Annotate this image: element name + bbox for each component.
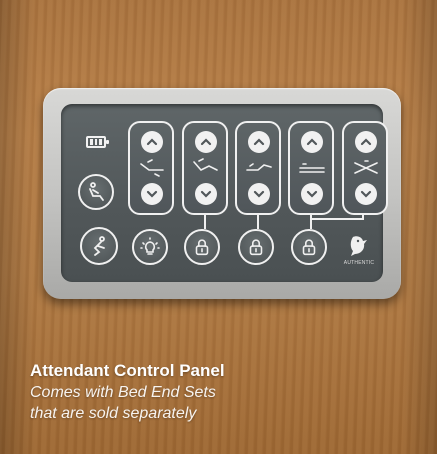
lock-icon xyxy=(302,239,316,256)
logo-wordmark: AUTHENTIC xyxy=(343,260,375,266)
knee-gatch-icon xyxy=(193,158,218,171)
lock-link-line xyxy=(310,218,364,220)
chevron-up-icon xyxy=(253,138,265,146)
backrest-rocker xyxy=(128,121,174,215)
knee-gatch-up-button[interactable] xyxy=(195,131,217,153)
chevron-up-icon xyxy=(146,138,158,146)
lock-link-line xyxy=(204,215,206,229)
chevron-down-icon xyxy=(306,190,318,198)
bed-height-rocker xyxy=(288,121,334,215)
tilt-down-button[interactable] xyxy=(355,183,377,205)
person-reclining-icon xyxy=(93,236,105,256)
leg-rest-rocker xyxy=(235,121,281,215)
knee-gatch-down-button[interactable] xyxy=(195,183,217,205)
leg-rest-icon xyxy=(246,163,272,171)
caption-title: Attendant Control Panel xyxy=(30,361,225,380)
chevron-up-icon xyxy=(200,138,212,146)
lock-icon xyxy=(249,239,263,256)
leg-rest-up-button[interactable] xyxy=(248,131,270,153)
caption-subtitle-line1: Comes with Bed End Sets xyxy=(30,384,216,401)
tilt-position-icon xyxy=(354,160,378,174)
bird-logo-icon xyxy=(350,236,367,256)
recline-position-icon xyxy=(89,182,104,201)
brand-logo: AUTHENTIC xyxy=(341,232,377,274)
person-reclining-button[interactable] xyxy=(80,227,118,265)
chevron-down-icon xyxy=(146,190,158,198)
backrest-down-button[interactable] xyxy=(141,183,163,205)
lock-link-line xyxy=(257,215,259,229)
battery-indicator-icon xyxy=(86,136,109,148)
knee-gatch-rocker xyxy=(182,121,228,215)
light-bulb-icon xyxy=(140,237,160,255)
lock-button-1[interactable] xyxy=(184,229,220,265)
backrest-angle-icon xyxy=(140,159,164,177)
lock-icon xyxy=(195,239,209,256)
light-button[interactable] xyxy=(132,229,168,265)
bed-height-icon xyxy=(299,163,325,173)
bed-height-down-button[interactable] xyxy=(301,183,323,205)
lock-button-3[interactable] xyxy=(291,229,327,265)
recline-position-button[interactable] xyxy=(78,174,114,210)
chevron-up-icon xyxy=(360,138,372,146)
bed-height-up-button[interactable] xyxy=(301,131,323,153)
caption-subtitle-line2: that are sold separately xyxy=(30,405,197,422)
backrest-up-button[interactable] xyxy=(141,131,163,153)
chevron-down-icon xyxy=(253,190,265,198)
chevron-up-icon xyxy=(306,138,318,146)
caption: Attendant Control Panel Comes with Bed E… xyxy=(30,360,420,424)
leg-rest-down-button[interactable] xyxy=(248,183,270,205)
lock-button-2[interactable] xyxy=(238,229,274,265)
tilt-position-rocker xyxy=(342,121,388,215)
lock-link-line xyxy=(362,215,364,220)
tilt-up-button[interactable] xyxy=(355,131,377,153)
chevron-down-icon xyxy=(200,190,212,198)
chevron-down-icon xyxy=(360,190,372,198)
